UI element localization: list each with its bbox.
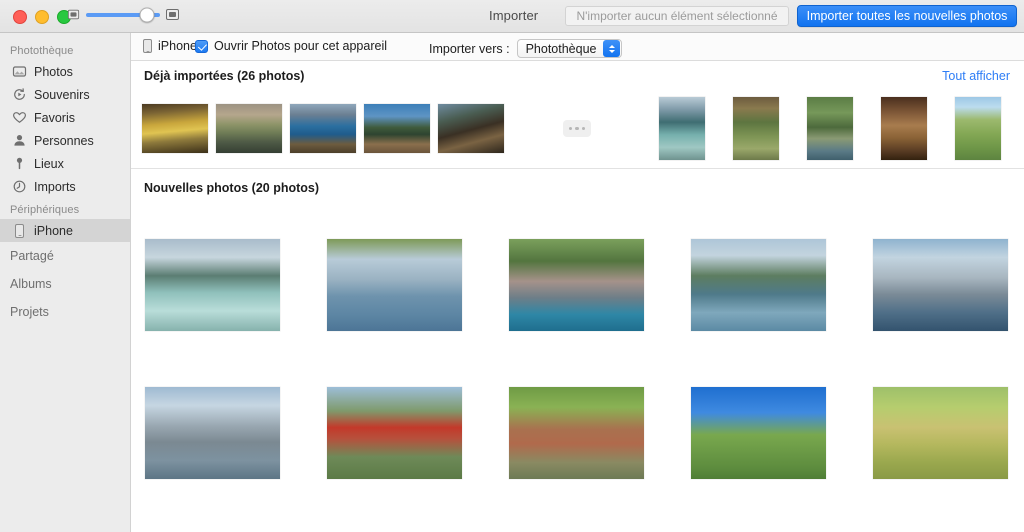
- import-to-select[interactable]: Photothèque: [517, 39, 623, 58]
- connected-device: iPhone: [143, 39, 197, 53]
- section-header-new-photos: Nouvelles photos (20 photos): [131, 173, 1024, 203]
- import-title: Importer: [489, 8, 538, 23]
- photo-cell[interactable]: [327, 387, 462, 479]
- thumbnail-item[interactable]: [733, 97, 779, 160]
- sidebar-item-label: Imports: [34, 180, 76, 194]
- sidebar-item-projets[interactable]: Projets: [0, 298, 130, 326]
- sidebar-item-personnes[interactable]: Personnes: [0, 129, 130, 152]
- thumbnail-item[interactable]: [142, 104, 208, 153]
- photo-cell[interactable]: [691, 239, 826, 331]
- sidebar-item-label: iPhone: [34, 224, 73, 238]
- sidebar-group-périphériques: Périphériques: [0, 198, 130, 219]
- section-title: Déjà importées (26 photos): [144, 69, 304, 83]
- thumbnail-item[interactable]: [881, 97, 927, 160]
- import-all-new-photos-button[interactable]: Importer toutes les nouvelles photos: [797, 5, 1017, 27]
- sidebar-item-iphone[interactable]: iPhone: [0, 219, 130, 242]
- sidebar: Photothèque Photos Souvenirs: [0, 33, 131, 532]
- zoom-slider[interactable]: [86, 13, 160, 17]
- import-content: Déjà importées (26 photos) Tout afficher…: [131, 61, 1024, 532]
- section-title: Nouvelles photos (20 photos): [144, 181, 319, 195]
- already-imported-strip: [131, 91, 1024, 169]
- person-icon: [12, 133, 27, 148]
- open-photos-for-device-checkbox-row[interactable]: Ouvrir Photos pour cet appareil: [195, 39, 387, 53]
- chevron-updown-icon: [603, 40, 620, 57]
- sidebar-item-photos[interactable]: Photos: [0, 60, 130, 83]
- sidebar-item-albums[interactable]: Albums: [0, 270, 130, 298]
- import-to-value: Photothèque: [526, 42, 604, 56]
- sidebar-item-label: Personnes: [34, 134, 94, 148]
- import-to-label: Importer vers :: [429, 42, 510, 56]
- thumbnail-item[interactable]: [290, 104, 356, 153]
- sidebar-item-souvenirs[interactable]: Souvenirs: [0, 83, 130, 106]
- connected-device-name: iPhone: [158, 39, 197, 53]
- sidebar-item-label: Lieux: [34, 157, 64, 171]
- small-image-icon: [68, 10, 79, 19]
- thumbnail-item[interactable]: [438, 104, 504, 153]
- sidebar-item-lieux[interactable]: Lieux: [0, 152, 130, 175]
- photos-import-window: Importer N'importer aucun élément sélect…: [0, 0, 1024, 532]
- selection-status-field[interactable]: N'importer aucun élément sélectionné: [565, 6, 789, 26]
- memories-icon: [12, 87, 27, 102]
- thumbnail-item[interactable]: [364, 104, 430, 153]
- selection-status-text: N'importer aucun élément sélectionné: [576, 9, 777, 23]
- import-to-group: Importer vers : Photothèque: [429, 39, 622, 58]
- overflow-ellipsis-badge[interactable]: [563, 120, 591, 137]
- zoom-slider-thumb[interactable]: [139, 7, 154, 22]
- minimize-window-button[interactable]: [35, 10, 49, 24]
- zoom-slider-group[interactable]: [67, 9, 179, 20]
- thumbnail-item[interactable]: [659, 97, 705, 160]
- sidebar-item-favoris[interactable]: Favoris: [0, 106, 130, 129]
- open-photos-for-device-label: Ouvrir Photos pour cet appareil: [214, 39, 387, 53]
- sidebar-item-label: Photos: [34, 65, 73, 79]
- thumbnail-item[interactable]: [216, 104, 282, 153]
- show-all-link[interactable]: Tout afficher: [942, 69, 1010, 83]
- new-photos-grid: [131, 203, 1024, 532]
- photos-icon: [12, 64, 27, 79]
- photo-cell[interactable]: [691, 387, 826, 479]
- iphone-icon: [12, 223, 27, 238]
- sidebar-group-photothèque: Photothèque: [0, 39, 130, 60]
- iphone-icon: [143, 39, 152, 53]
- sidebar-item-label: Souvenirs: [34, 88, 90, 102]
- photo-cell[interactable]: [145, 239, 280, 331]
- sidebar-item-imports[interactable]: Imports: [0, 175, 130, 198]
- photo-cell[interactable]: [509, 239, 644, 331]
- photo-cell[interactable]: [327, 239, 462, 331]
- section-header-already-imported: Déjà importées (26 photos) Tout afficher: [131, 61, 1024, 91]
- heart-icon: [12, 110, 27, 125]
- sidebar-item-label: Favoris: [34, 111, 75, 125]
- device-toolbar: iPhone Ouvrir Photos pour cet appareil I…: [131, 33, 1024, 61]
- clock-icon: [12, 179, 27, 194]
- large-image-icon: [166, 9, 179, 20]
- open-photos-for-device-checkbox[interactable]: [195, 40, 208, 53]
- photo-cell[interactable]: [145, 387, 280, 479]
- photo-cell[interactable]: [509, 387, 644, 479]
- sidebar-item-partage[interactable]: Partagé: [0, 242, 130, 270]
- photo-cell[interactable]: [873, 239, 1008, 331]
- photo-cell[interactable]: [873, 387, 1008, 479]
- thumbnail-item[interactable]: [807, 97, 853, 160]
- close-window-button[interactable]: [13, 10, 27, 24]
- thumbnail-item[interactable]: [955, 97, 1001, 160]
- window-controls: [13, 10, 71, 24]
- title-bar: Importer N'importer aucun élément sélect…: [0, 0, 1024, 33]
- pin-icon: [12, 156, 27, 171]
